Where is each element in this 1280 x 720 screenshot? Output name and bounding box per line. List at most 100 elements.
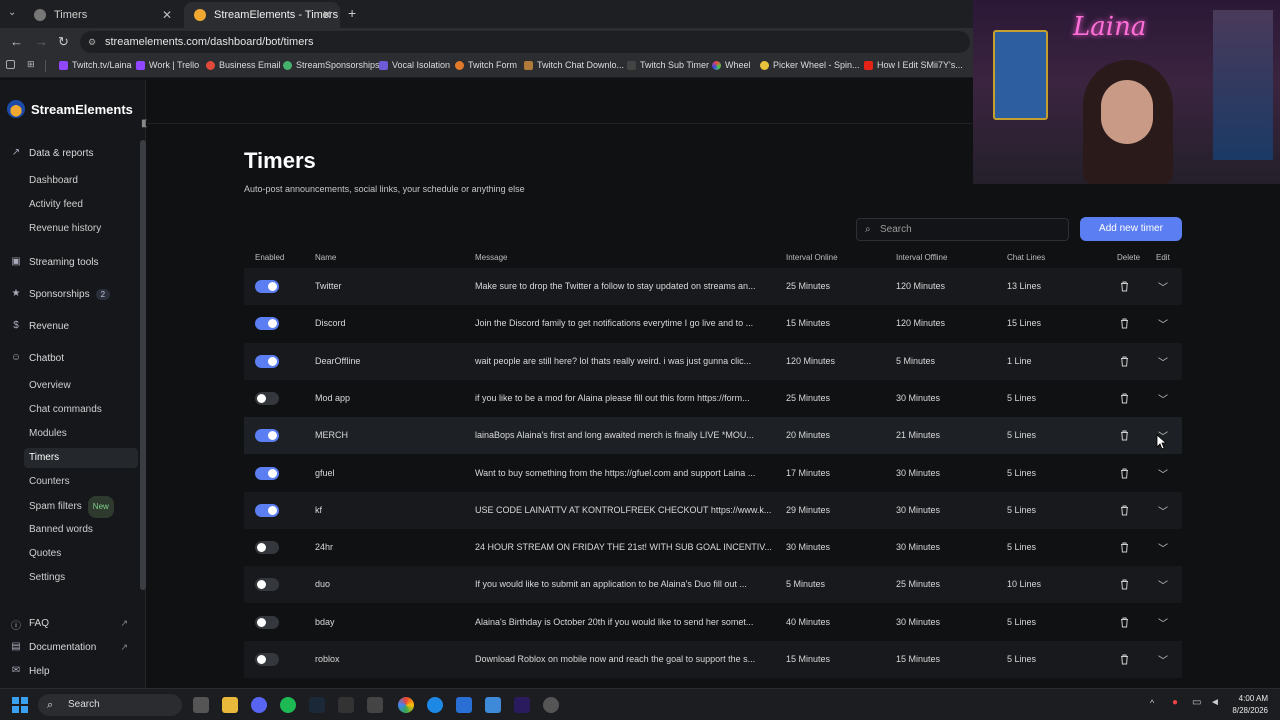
- close-tab-icon[interactable]: ✕: [162, 8, 172, 22]
- enabled-toggle[interactable]: [255, 467, 279, 480]
- table-row[interactable]: MERCH lainaBops Alaina's first and long a…: [244, 417, 1182, 454]
- chevron-down-icon[interactable]: ﹀: [1158, 652, 1168, 667]
- trash-icon[interactable]: [1120, 654, 1129, 665]
- chevron-down-icon[interactable]: ﹀: [1158, 615, 1168, 630]
- trash-icon[interactable]: [1120, 281, 1129, 292]
- windows-start-icon[interactable]: [12, 697, 28, 713]
- sidebar-item-chat-commands[interactable]: Chat commands: [24, 400, 138, 420]
- table-row[interactable]: gfuel Want to buy something from the http…: [244, 455, 1182, 492]
- mail-icon[interactable]: [338, 697, 354, 713]
- bookmark-item[interactable]: StreamSponsorships: [283, 60, 380, 70]
- taskbar-search[interactable]: ⌕ Search: [38, 694, 182, 716]
- bookmark-item[interactable]: Picker Wheel - Spin...: [760, 60, 860, 70]
- clock[interactable]: 4:00 AM 8/28/2026: [1232, 693, 1268, 717]
- table-row[interactable]: DearOffline wait people are still here? l…: [244, 343, 1182, 380]
- forward-icon[interactable]: →: [35, 34, 48, 49]
- browser-tab-streamelements[interactable]: StreamElements - Timers ✕: [184, 2, 340, 28]
- table-row[interactable]: bday Alaina's Birthday is October 20th if…: [244, 604, 1182, 641]
- file-explorer-icon[interactable]: [222, 697, 238, 713]
- sidebar-item-quotes[interactable]: Quotes: [24, 544, 138, 564]
- sidebar-item-dashboard[interactable]: Dashboard: [24, 171, 138, 191]
- bookmark-item[interactable]: Wheel: [712, 60, 751, 70]
- chevron-down-icon[interactable]: ﹀: [1158, 354, 1168, 369]
- bookmark-item[interactable]: Business Email: [206, 60, 281, 70]
- chevron-down-icon[interactable]: ﹀: [1158, 540, 1168, 555]
- trash-icon[interactable]: [1120, 430, 1129, 441]
- table-row[interactable]: kf USE CODE LAINATTV AT KONTROLFREEK CHEC…: [244, 492, 1182, 529]
- sidebar-section-streaming-tools[interactable]: ▣ Streaming tools ﹀: [10, 252, 933, 272]
- sidebar-section-revenue[interactable]: $ Revenue ﹀: [10, 316, 933, 336]
- trash-icon[interactable]: [1120, 542, 1129, 553]
- table-row[interactable]: duo If you would like to submit an applic…: [244, 566, 1182, 603]
- chevron-down-icon[interactable]: ﹀: [1158, 279, 1168, 294]
- sidebar-item-overview[interactable]: Overview: [24, 376, 138, 396]
- chevron-down-icon[interactable]: ﹀: [1158, 503, 1168, 518]
- add-new-timer-button[interactable]: Add new timer: [1080, 217, 1182, 241]
- bluetooth-app-icon[interactable]: [427, 697, 443, 713]
- sidebar-section-sponsorships[interactable]: ★ Sponsorships 2 ﹀: [10, 284, 934, 304]
- chevron-down-icon[interactable]: ﹀: [1158, 577, 1168, 592]
- steam-icon[interactable]: [309, 697, 325, 713]
- sidebar-section-chatbot[interactable]: ☺ Chatbot ︿: [10, 348, 933, 368]
- sidebar-scrollbar[interactable]: [140, 140, 146, 590]
- enabled-toggle[interactable]: [255, 578, 279, 591]
- browser-tab-timers[interactable]: Timers ✕: [24, 2, 180, 28]
- enabled-toggle[interactable]: [255, 392, 279, 405]
- tab-list-icon[interactable]: ⌄: [8, 7, 16, 18]
- chevron-down-icon[interactable]: ﹀: [1158, 466, 1168, 481]
- reload-icon[interactable]: ↻: [58, 34, 69, 50]
- chevron-up-icon[interactable]: ^: [1150, 698, 1154, 708]
- sidebar-item-timers[interactable]: Timers: [24, 448, 138, 468]
- table-row[interactable]: roblox Download Roblox on mobile now and …: [244, 641, 1182, 678]
- sidebar-item-spam-filters[interactable]: Spam filters New: [24, 496, 138, 518]
- sidebar-item-settings[interactable]: Settings: [24, 568, 138, 588]
- network-icon[interactable]: ▭: [1192, 697, 1201, 708]
- trash-icon[interactable]: [1120, 318, 1129, 329]
- close-tab-icon[interactable]: ✕: [322, 8, 332, 22]
- enabled-toggle[interactable]: [255, 653, 279, 666]
- sidebar-item-activity-feed[interactable]: Activity feed: [24, 195, 138, 215]
- bookmark-item[interactable]: Work | Trello: [136, 60, 199, 70]
- sidebar-item-counters[interactable]: Counters: [24, 472, 138, 492]
- trash-icon[interactable]: [1120, 393, 1129, 404]
- address-bar[interactable]: ⚙ streamelements.com/dashboard/bot/timer…: [80, 31, 970, 53]
- bookmark-item[interactable]: How I Edit SMii7Y's...: [864, 60, 963, 70]
- app-window-icon[interactable]: [456, 697, 472, 713]
- bookmark-folder-icon[interactable]: [6, 60, 15, 69]
- chrome-icon[interactable]: [398, 697, 414, 713]
- discord-icon[interactable]: [251, 697, 267, 713]
- trash-icon[interactable]: [1120, 579, 1129, 590]
- trash-icon[interactable]: [1120, 505, 1129, 516]
- sidebar-item-help[interactable]: ✉ Help: [10, 661, 136, 681]
- enabled-toggle[interactable]: [255, 504, 279, 517]
- bookmark-item[interactable]: Vocal Isolation: [379, 60, 450, 70]
- sidebar-section-data-reports[interactable]: ↗ Data & reports ︿: [10, 143, 933, 163]
- enabled-toggle[interactable]: [255, 429, 279, 442]
- sidebar-item-faq[interactable]: ⓘ FAQ ↗: [10, 613, 136, 633]
- enabled-toggle[interactable]: [255, 280, 279, 293]
- brand[interactable]: StreamElements: [7, 100, 133, 118]
- new-tab-icon[interactable]: +: [348, 5, 356, 21]
- site-info-icon[interactable]: ⚙: [88, 31, 96, 53]
- bookmark-item[interactable]: Twitch Chat Downlo...: [524, 60, 624, 70]
- chevron-down-icon[interactable]: ﹀: [1158, 391, 1168, 406]
- volume-icon[interactable]: ◄: [1210, 697, 1220, 708]
- enabled-toggle[interactable]: [255, 355, 279, 368]
- paint-icon[interactable]: [485, 697, 501, 713]
- apps-grid-icon[interactable]: ⊞: [27, 59, 35, 70]
- bookmark-item[interactable]: Twitch Form: [455, 60, 517, 70]
- table-row[interactable]: Discord Join the Discord family to get no…: [244, 305, 1182, 342]
- sidebar-item-banned-words[interactable]: Banned words: [24, 520, 138, 540]
- enabled-toggle[interactable]: [255, 541, 279, 554]
- bookmark-item[interactable]: Twitch Sub Timer: [627, 60, 709, 70]
- back-icon[interactable]: ←: [10, 34, 23, 49]
- sidebar-item-revenue-history[interactable]: Revenue history: [24, 219, 138, 239]
- microphone-icon[interactable]: ●: [1172, 697, 1178, 708]
- trash-icon[interactable]: [1120, 617, 1129, 628]
- table-row[interactable]: Mod app if you like to be a mod for Alain…: [244, 380, 1182, 417]
- trash-icon[interactable]: [1120, 356, 1129, 367]
- bookmark-item[interactable]: Twitch.tv/Laina: [59, 60, 132, 70]
- enabled-toggle[interactable]: [255, 616, 279, 629]
- trash-icon[interactable]: [1120, 468, 1129, 479]
- spotify-icon[interactable]: [280, 697, 296, 713]
